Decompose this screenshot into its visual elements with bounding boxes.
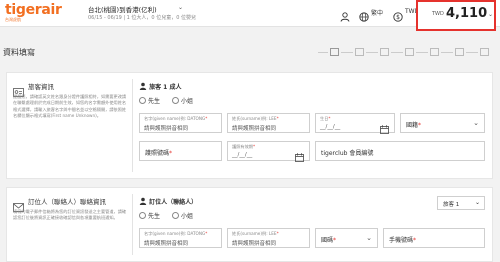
divider bbox=[132, 194, 133, 255]
total-currency: TWD bbox=[432, 11, 444, 17]
given-name-field[interactable]: 名字(given name)例: DATONG* 請與護照拼音相同 bbox=[139, 113, 222, 133]
step-passenger-icon bbox=[330, 48, 339, 56]
contact-given-name-label: 名字(given name)例: DATONG bbox=[144, 231, 206, 236]
svg-text:$: $ bbox=[396, 14, 400, 21]
step-connector bbox=[366, 52, 378, 53]
chevron-down-icon: ⌄ bbox=[366, 234, 372, 242]
passport-expiry-field[interactable]: 護照有效期* __/__/__ bbox=[227, 141, 310, 162]
contact-info-card: 訂位人（聯絡人）聯絡資訊 填寫的電子郵件信箱將為您的訂位資訊發送之主要管道，請確… bbox=[6, 187, 493, 262]
trip-summary-title[interactable]: 台北(桃園)到香港(亿利) bbox=[88, 4, 157, 14]
radio-ms-label[interactable]: 小姐 bbox=[181, 98, 193, 105]
title-radio-group: 先生 小姐 bbox=[139, 96, 203, 105]
total-amount: 4,110 bbox=[446, 6, 488, 21]
copy-from-passenger-value: 旅客 1 bbox=[443, 202, 460, 208]
chevron-down-icon: ⌄ bbox=[474, 199, 480, 206]
radio-ms-label[interactable]: 小姐 bbox=[181, 213, 193, 220]
tigerclub-number-field[interactable]: tigerclub 會員編號 bbox=[315, 141, 485, 161]
person-icon bbox=[139, 82, 149, 91]
step-confirm-icon bbox=[480, 48, 489, 56]
passenger-title: 旅客 1 成人 bbox=[149, 84, 182, 91]
nationality-select[interactable]: 國籍* ⌄ bbox=[400, 113, 485, 133]
passport-number-label: 護照號碼 bbox=[145, 150, 170, 157]
passenger-heading: 旅客 1 成人 bbox=[139, 82, 181, 91]
step-connector bbox=[318, 52, 328, 53]
radio-mr-label[interactable]: 先生 bbox=[148, 213, 160, 220]
step-seat-icon bbox=[355, 48, 364, 56]
step-payment-icon bbox=[455, 48, 464, 56]
country-code-select[interactable]: 國碼* ⌄ bbox=[315, 228, 378, 248]
contact-surname-field[interactable]: 姓氏(surname)例: LEE* 請與護照拼音相同 bbox=[227, 228, 310, 248]
language-selector[interactable]: 繁中 bbox=[371, 8, 383, 17]
step-insurance-icon bbox=[430, 48, 439, 56]
progress-steps bbox=[318, 48, 498, 58]
passport-expiry-placeholder: __/__/__ bbox=[232, 152, 253, 158]
contact-heading: 訂位人（聯絡人） bbox=[139, 197, 197, 206]
radio-ms[interactable] bbox=[171, 212, 179, 219]
section-title: 旅客資訊 bbox=[28, 83, 54, 91]
step-connector bbox=[341, 52, 353, 53]
currency-icon[interactable]: $ bbox=[393, 7, 403, 26]
title-radio-group: 先生 小姐 bbox=[139, 211, 203, 220]
mobile-number-field[interactable]: 手機號碼* bbox=[383, 228, 485, 248]
logo-subtitle: 台灣虎航 bbox=[5, 17, 21, 22]
globe-icon[interactable] bbox=[359, 7, 369, 26]
step-connector bbox=[391, 52, 403, 53]
contact-surname-label: 姓氏(surname)例: LEE bbox=[232, 231, 277, 236]
given-name-placeholder: 請與護照拼音相同 bbox=[144, 126, 189, 132]
user-icon[interactable] bbox=[340, 7, 350, 26]
surname-field[interactable]: 姓氏(surname)例: LEE* 請與護照拼音相同 bbox=[227, 113, 310, 133]
person-icon bbox=[139, 197, 149, 206]
country-code-label: 國碼 bbox=[321, 237, 334, 244]
chevron-down-icon: ⌄ bbox=[488, 11, 494, 18]
trip-summary-details: 06/15 - 06/19 | 1 位大人，0 位兒童，0 位嬰兒 bbox=[88, 15, 196, 21]
surname-label: 姓氏(surname)例: LEE bbox=[232, 116, 277, 121]
birthday-placeholder: __/__/__ bbox=[320, 124, 341, 130]
contact-given-name-placeholder: 請與護照拼音相同 bbox=[144, 241, 189, 247]
passenger-info-card: 旅客資訊 提醒您，請確認英文姓名跟身分證件護照相符，如需要更改請在聯繫處理前於完… bbox=[6, 72, 493, 179]
step-connector bbox=[416, 52, 428, 53]
mobile-number-label: 手機號碼 bbox=[389, 237, 414, 244]
radio-mr-label[interactable]: 先生 bbox=[148, 98, 160, 105]
tigerair-logo[interactable]: tigerair bbox=[5, 3, 62, 17]
section-description: 提醒您，請確認英文姓名跟身分證件護照相符，如需要更改請在聯繫處理前於完成日期前生… bbox=[13, 94, 127, 118]
nationality-label: 國籍 bbox=[406, 122, 419, 129]
divider bbox=[132, 79, 133, 172]
chevron-down-icon: ⌄ bbox=[473, 119, 479, 127]
step-baggage-icon bbox=[380, 48, 389, 56]
passport-expiry-label: 護照有效期 bbox=[232, 144, 253, 149]
contact-title: 訂位人（聯絡人） bbox=[149, 199, 198, 206]
radio-ms[interactable] bbox=[171, 97, 179, 104]
surname-placeholder: 請與護照拼音相同 bbox=[232, 126, 277, 132]
birthday-field[interactable]: 生日* __/__/__ bbox=[315, 113, 395, 134]
contact-given-name-field[interactable]: 名字(given name)例: DATONG* 請與護照拼音相同 bbox=[139, 228, 222, 248]
section-description: 填寫的電子郵件信箱將為您的訂位資訊發送之主要管道，請確認您訂位後將資訊正確接收確… bbox=[13, 209, 127, 221]
tigerclub-number-label: tigerclub 會員編號 bbox=[321, 150, 374, 157]
page-title: 資料填寫 bbox=[3, 48, 35, 57]
total-price-button[interactable]: TWD 4,110 ⌄ bbox=[416, 0, 496, 31]
chevron-down-icon[interactable]: ⌄ bbox=[178, 4, 183, 11]
step-connector bbox=[441, 52, 453, 53]
contact-surname-placeholder: 請與護照拼音相同 bbox=[232, 241, 277, 247]
section-title: 訂位人（聯絡人）聯絡資訊 bbox=[28, 198, 106, 206]
step-extras-icon bbox=[405, 48, 414, 56]
copy-from-passenger-select[interactable]: 旅客 1 ⌄ bbox=[437, 196, 485, 210]
calendar-icon[interactable] bbox=[295, 147, 304, 166]
calendar-icon[interactable] bbox=[380, 119, 389, 138]
given-name-label: 名字(given name)例: DATONG bbox=[144, 116, 206, 121]
passport-number-field[interactable]: 護照號碼* bbox=[139, 141, 222, 161]
radio-mr[interactable] bbox=[139, 97, 146, 104]
radio-mr[interactable] bbox=[139, 212, 146, 219]
step-connector bbox=[466, 52, 478, 53]
